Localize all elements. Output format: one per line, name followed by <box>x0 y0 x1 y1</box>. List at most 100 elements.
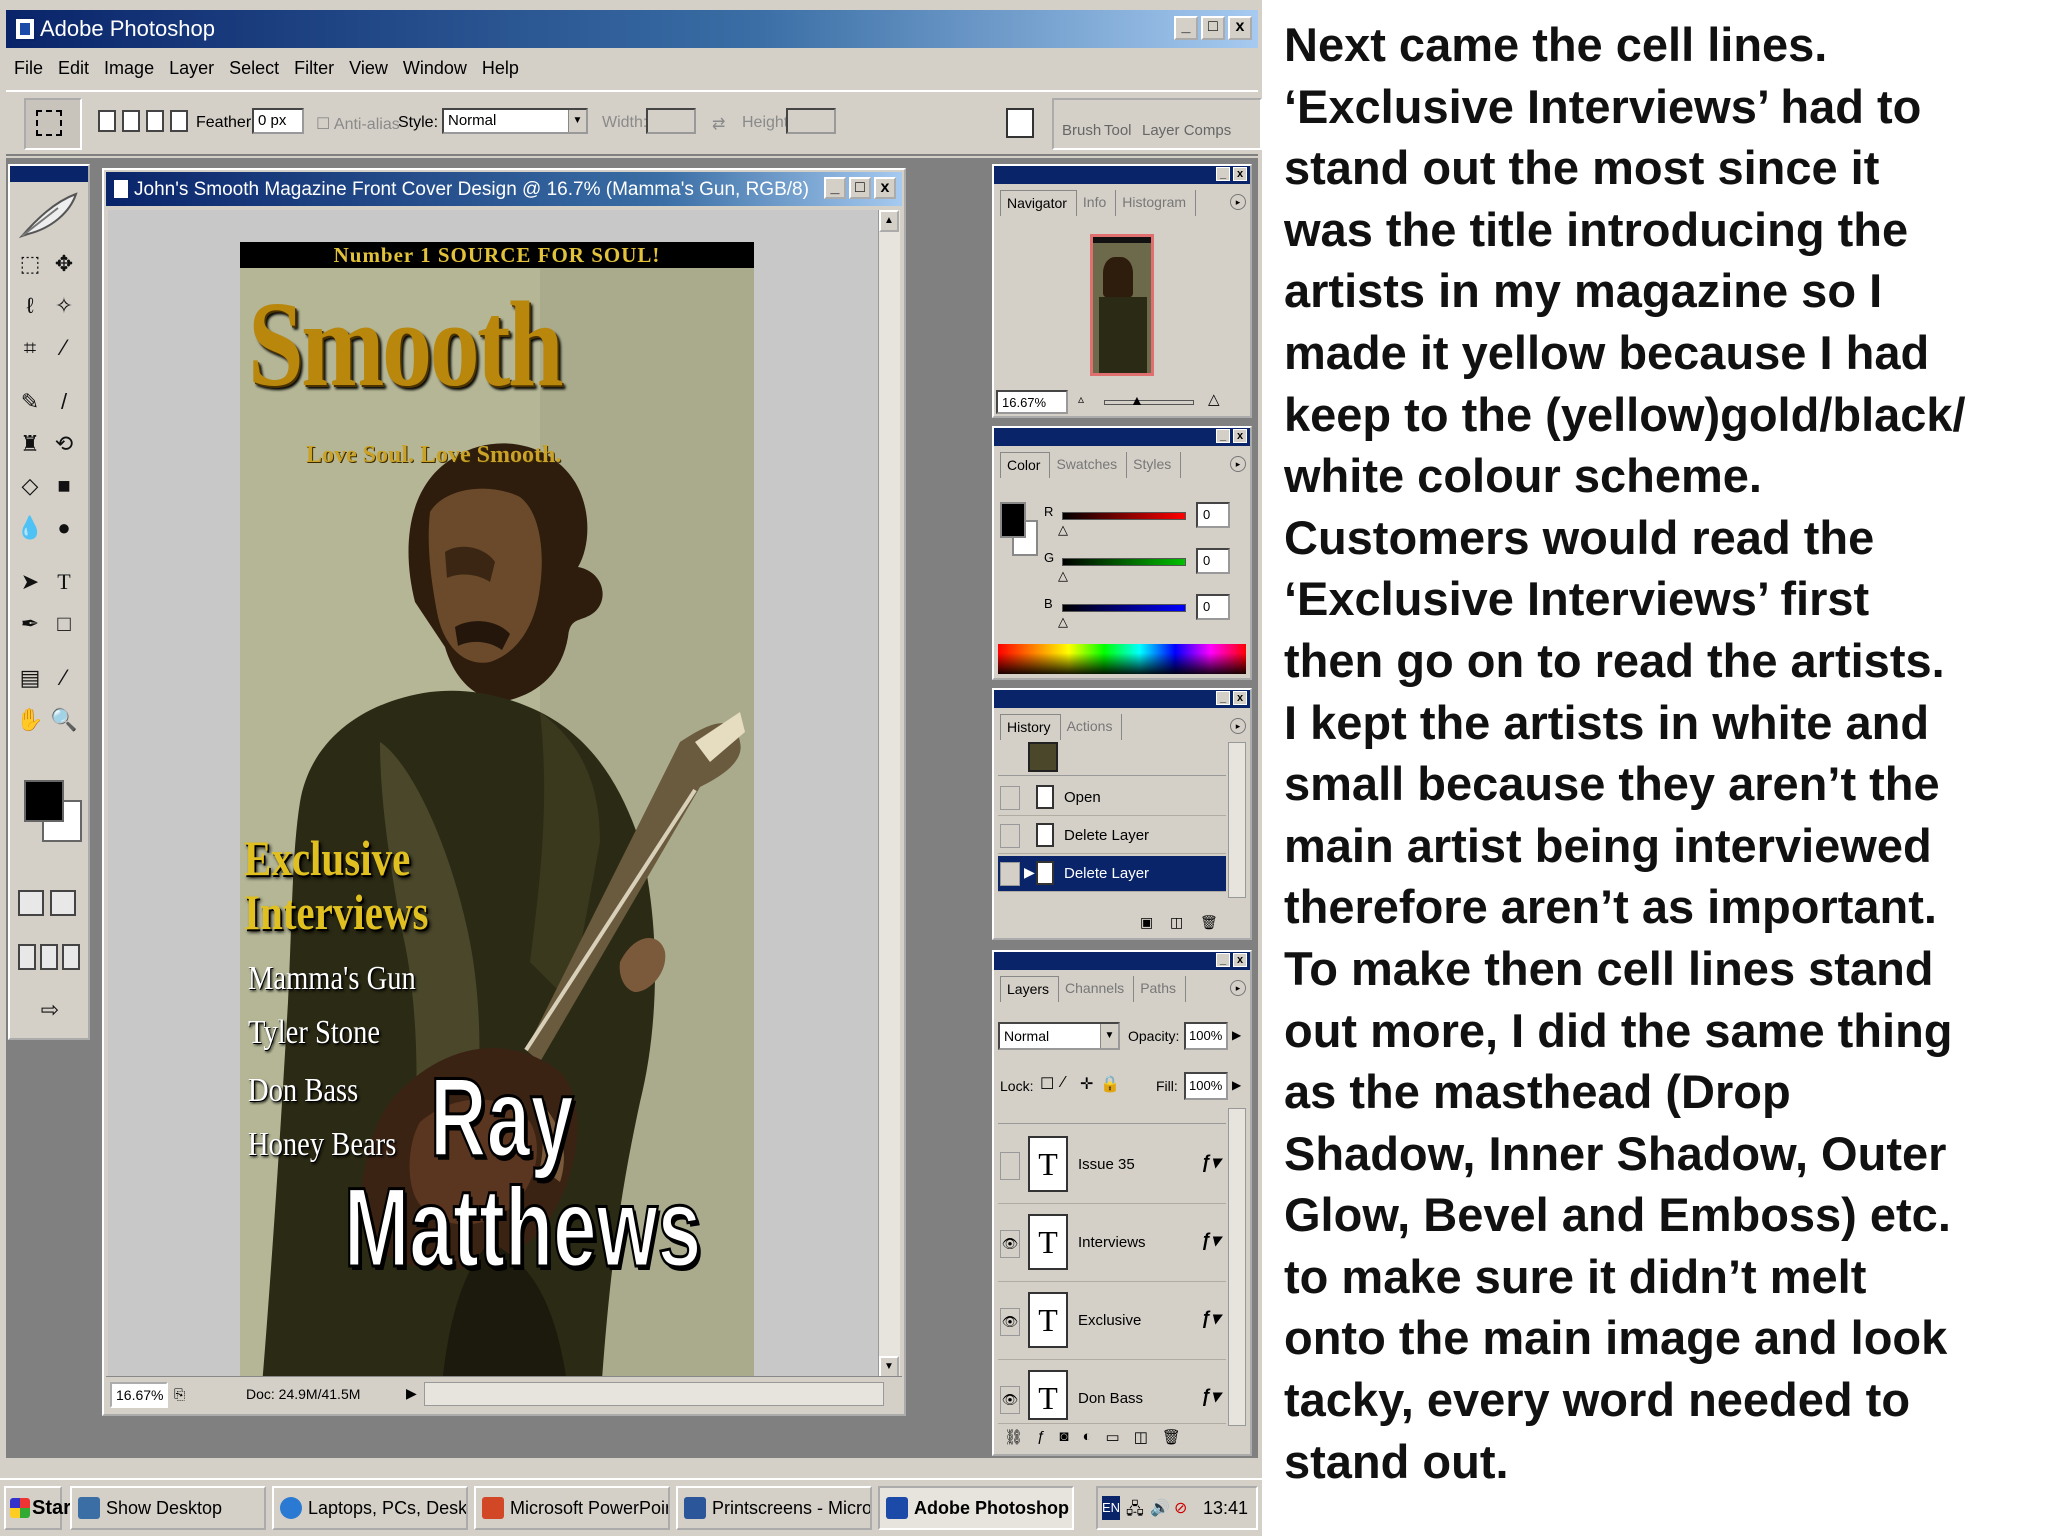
eyedropper-icon[interactable]: ⁄ <box>50 664 78 692</box>
path-selection-icon[interactable]: ➤ <box>16 568 44 596</box>
new-layer-icon[interactable]: ◫ <box>1134 1428 1148 1452</box>
history-brush-icon[interactable]: ⟲ <box>50 430 78 458</box>
fill-input[interactable]: 100% <box>1184 1072 1228 1100</box>
clone-stamp-icon[interactable]: ♜ <box>16 430 44 458</box>
layer-effects-icon[interactable]: ƒ▾ <box>1201 1308 1220 1329</box>
screen-mode-full-menu-icon[interactable] <box>40 944 58 970</box>
magazine-cover[interactable]: Number 1 SOURCE FOR SOUL! Smooth Love So… <box>240 242 754 1410</box>
taskbar-button[interactable]: Laptops, PCs, Desktop C... <box>272 1486 468 1530</box>
screen-mode-standard-icon[interactable] <box>18 944 36 970</box>
taskbar-button-active[interactable]: Adobe Photoshop <box>878 1486 1074 1530</box>
doc-minimize-button[interactable]: _ <box>824 177 846 199</box>
tab-info[interactable]: Info <box>1077 190 1117 216</box>
tray-alert-icon[interactable]: ⊘ <box>1174 1498 1187 1518</box>
channel-b-input[interactable]: 0 <box>1196 594 1230 620</box>
menu-file[interactable]: File <box>14 58 43 79</box>
layer-row[interactable]: 👁 T Interviews ƒ▾ <box>998 1204 1226 1282</box>
subtract-selection-icon[interactable] <box>146 110 164 132</box>
crop-tool-icon[interactable]: ⌗ <box>16 334 44 362</box>
lock-image-icon[interactable]: ⁄ <box>1062 1074 1065 1092</box>
document-vertical-scrollbar[interactable]: ▲ ▼ <box>878 210 900 1378</box>
menu-image[interactable]: Image <box>104 58 154 79</box>
navigator-thumbnail[interactable] <box>1090 234 1154 376</box>
palette-minimize-button[interactable]: _ <box>1216 691 1230 705</box>
color-spectrum-ramp[interactable] <box>998 644 1246 674</box>
toolbox-header[interactable] <box>10 166 88 182</box>
dodge-tool-icon[interactable]: ● <box>50 514 78 542</box>
menu-view[interactable]: View <box>349 58 388 79</box>
standard-mode-icon[interactable] <box>18 890 44 916</box>
channel-r-slider[interactable] <box>1062 512 1186 520</box>
maximize-button[interactable]: □ <box>1201 16 1225 40</box>
hand-tool-icon[interactable]: ✋ <box>16 706 44 734</box>
history-snapshot[interactable] <box>998 742 1226 776</box>
zoom-out-icon[interactable]: ▵ <box>1078 392 1084 406</box>
tab-history[interactable]: History <box>1000 714 1061 740</box>
layer-row[interactable]: T Issue 35 ƒ▾ <box>998 1126 1226 1204</box>
trash-icon[interactable]: 🗑 <box>1200 914 1218 931</box>
trash-icon[interactable]: 🗑 <box>1162 1428 1181 1452</box>
layer-row-partial[interactable] <box>998 1108 1226 1124</box>
add-selection-icon[interactable] <box>122 110 140 132</box>
lock-transparency-icon[interactable]: ☐ <box>1040 1074 1054 1094</box>
marquee-tool-icon[interactable]: ⬚ <box>16 250 44 278</box>
adjustment-layer-icon[interactable]: ◐ <box>1082 1428 1091 1452</box>
antialias-checkbox[interactable]: ☐ Anti-alias <box>316 114 400 134</box>
taskbar-button[interactable]: Microsoft PowerPoint - [Pr... <box>474 1486 670 1530</box>
tab-actions[interactable]: Actions <box>1061 714 1123 740</box>
lasso-tool-icon[interactable]: ℓ <box>16 292 44 320</box>
menu-window[interactable]: Window <box>403 58 467 79</box>
taskbar-button[interactable]: Printscreens - Microsoft ... <box>676 1486 872 1530</box>
channel-r-input[interactable]: 0 <box>1196 502 1230 528</box>
lock-position-icon[interactable]: ✛ <box>1080 1074 1093 1094</box>
menu-filter[interactable]: Filter <box>294 58 334 79</box>
layer-row[interactable]: 👁 T Don Bass ƒ▾ <box>998 1360 1226 1424</box>
palette-menu-icon[interactable]: ▸ <box>1230 456 1246 472</box>
tab-navigator[interactable]: Navigator <box>1000 190 1077 216</box>
taskbar-button[interactable]: Show Desktop <box>70 1486 266 1530</box>
history-source-box[interactable] <box>1000 786 1020 810</box>
history-item[interactable]: Open <box>998 780 1226 816</box>
palette-minimize-button[interactable]: _ <box>1216 167 1230 181</box>
notes-tool-icon[interactable]: ▤ <box>16 664 44 692</box>
jump-to-imageready-icon[interactable]: ⇨ <box>30 996 70 1024</box>
doc-close-button[interactable]: x <box>874 177 896 199</box>
feather-input[interactable]: 0 px <box>252 108 304 134</box>
scroll-up-icon[interactable]: ▲ <box>879 210 899 232</box>
layer-effects-icon[interactable]: ƒ▾ <box>1201 1152 1220 1173</box>
doc-size-info[interactable]: Doc: 24.9M/41.5M <box>246 1386 360 1402</box>
channel-b-thumb[interactable]: △ <box>1058 614 1068 630</box>
menu-layer[interactable]: Layer <box>169 58 214 79</box>
clock[interactable]: 13:41 <box>1203 1498 1248 1519</box>
document-titlebar[interactable]: John's Smooth Magazine Front Cover Desig… <box>106 172 902 206</box>
layers-scrollbar[interactable] <box>1228 1108 1246 1426</box>
tray-volume-icon[interactable]: 🔊 <box>1150 1498 1170 1518</box>
blur-tool-icon[interactable]: 💧 <box>16 514 44 542</box>
palette-header[interactable]: _ x <box>994 690 1250 708</box>
menu-help[interactable]: Help <box>482 58 519 79</box>
navigator-slider-thumb[interactable]: ▲ <box>1130 392 1144 408</box>
opacity-input[interactable]: 100% <box>1184 1022 1228 1050</box>
move-tool-icon[interactable]: ✥ <box>50 250 78 278</box>
fill-arrow-icon[interactable]: ▶ <box>1232 1078 1241 1092</box>
navigator-zoom-field[interactable]: 16.67% <box>996 390 1068 414</box>
brush-tool-icon[interactable]: / <box>50 388 78 416</box>
palette-close-button[interactable]: x <box>1233 429 1247 443</box>
blend-mode-select[interactable]: Normal ▼ <box>998 1022 1120 1050</box>
palette-close-button[interactable]: x <box>1233 167 1247 181</box>
zoom-tool-icon[interactable]: 🔍 <box>50 706 78 734</box>
doc-maximize-button[interactable]: □ <box>849 177 871 199</box>
palette-header[interactable]: _ x <box>994 952 1250 970</box>
new-group-icon[interactable]: ▭ <box>1106 1428 1120 1452</box>
tray-network-icon[interactable]: 🖧 <box>1126 1498 1144 1525</box>
history-item-selected[interactable]: ▶ Delete Layer <box>998 856 1226 892</box>
channel-b-slider[interactable] <box>1062 604 1186 612</box>
add-layer-style-icon[interactable]: ƒ <box>1037 1428 1045 1452</box>
tab-styles[interactable]: Styles <box>1127 452 1182 478</box>
layer-visibility-toggle[interactable] <box>1000 1152 1020 1180</box>
palette-menu-icon[interactable]: ▸ <box>1230 980 1246 996</box>
well-tab-brush[interactable]: Brush <box>1062 122 1101 139</box>
lock-all-icon[interactable]: 🔒 <box>1100 1074 1120 1094</box>
document-horizontal-scrollbar[interactable] <box>424 1382 884 1406</box>
channel-r-thumb[interactable]: △ <box>1058 522 1068 538</box>
